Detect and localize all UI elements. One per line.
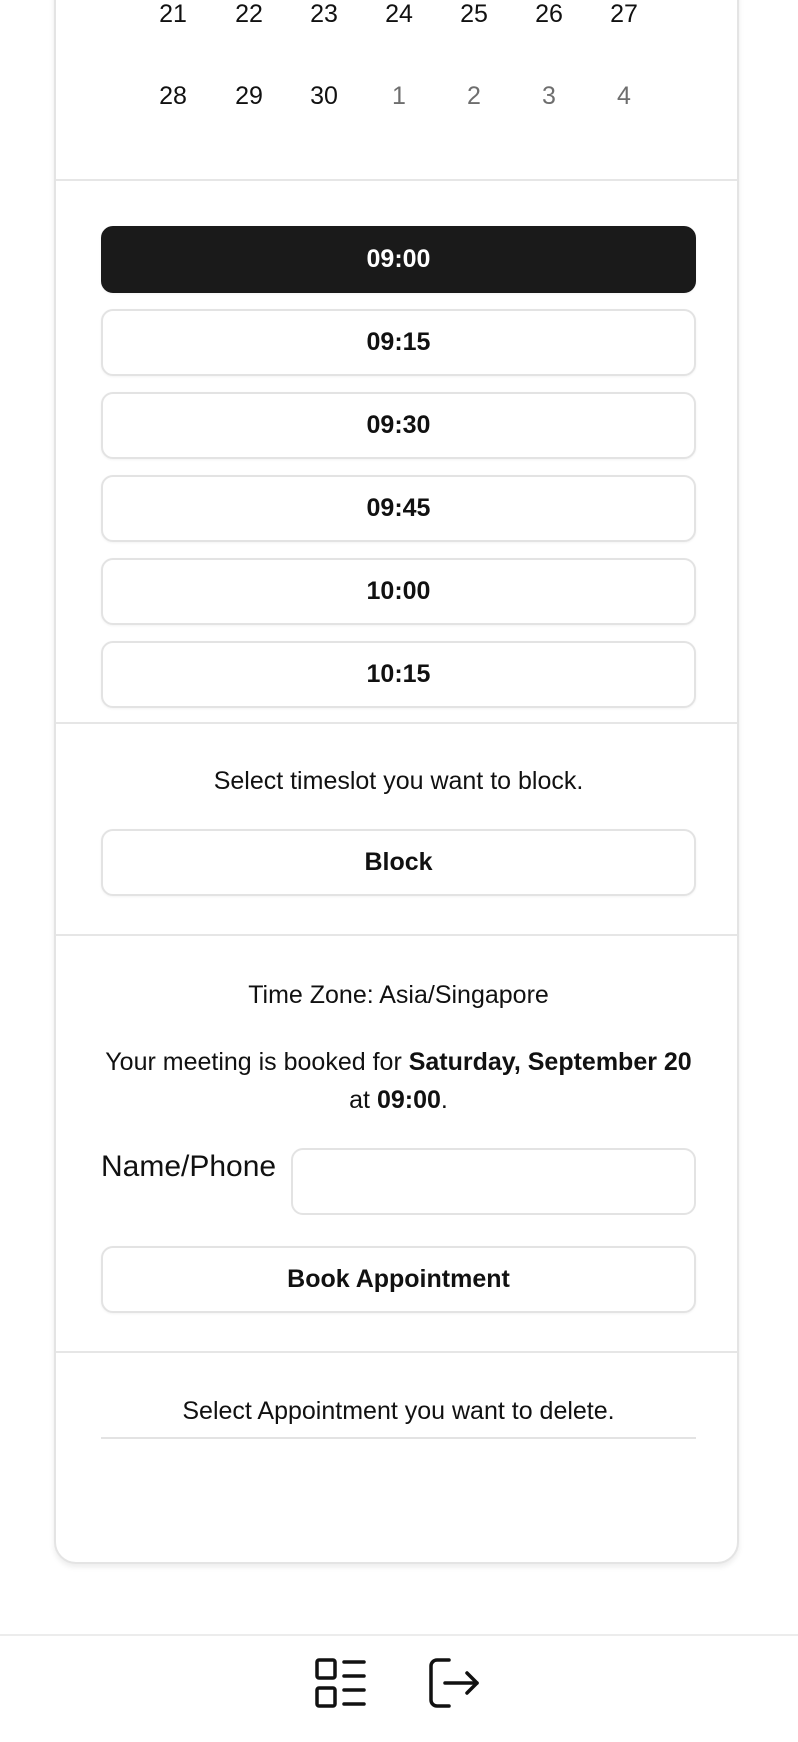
timeslot-button[interactable]: 09:30 (101, 392, 696, 459)
timeslot-button[interactable]: 09:15 (101, 309, 696, 376)
logout-icon[interactable] (427, 1656, 483, 1712)
block-button[interactable]: Block (101, 829, 696, 896)
calendar-day[interactable]: 30 (294, 82, 354, 111)
name-phone-label: Name/Phone (101, 1150, 277, 1183)
timeslot-button-selected[interactable]: 09:00 (101, 226, 696, 293)
bottom-nav-bar (0, 1634, 798, 1742)
calendar-day[interactable]: 22 (219, 0, 279, 29)
section-divider (56, 934, 737, 936)
timeslot-button[interactable]: 10:00 (101, 558, 696, 625)
calendar-day[interactable]: 27 (594, 0, 654, 29)
booking-summary-mid: at (349, 1086, 377, 1114)
timezone-text: Time Zone: Asia/Singapore (248, 981, 549, 1009)
list-icon[interactable] (313, 1656, 369, 1712)
name-phone-input[interactable] (291, 1148, 696, 1215)
delete-instruction: Select Appointment you want to delete. (182, 1397, 615, 1425)
booking-summary-time: 09:00 (376, 1086, 441, 1114)
booking-summary-date: Saturday, September 20 (408, 1048, 692, 1076)
section-divider (56, 722, 737, 724)
calendar-day-next-month[interactable]: 2 (444, 82, 504, 111)
calendar-week-row: 28 29 30 1 2 3 4 (56, 82, 737, 142)
calendar-week-row: 21 22 23 24 25 26 27 (56, 0, 737, 60)
calendar-day[interactable]: 21 (143, 0, 203, 29)
timeslot-button[interactable]: 10:15 (101, 641, 696, 708)
calendar-day[interactable]: 26 (519, 0, 579, 29)
calendar-day-next-month[interactable]: 4 (594, 82, 654, 111)
section-divider (56, 1351, 737, 1353)
block-instruction: Select timeslot you want to block. (213, 767, 584, 795)
calendar-day-next-month[interactable]: 3 (519, 82, 579, 111)
booking-summary-suffix: . (440, 1086, 448, 1114)
book-appointment-button[interactable]: Book Appointment (101, 1246, 696, 1313)
timeslot-button[interactable]: 09:45 (101, 475, 696, 542)
calendar-day[interactable]: 28 (143, 82, 203, 111)
calendar-day[interactable]: 25 (444, 0, 504, 29)
scheduler-card: 21 22 23 24 25 26 27 28 29 30 1 2 3 4 09… (54, 0, 739, 1564)
calendar-day[interactable]: 24 (369, 0, 429, 29)
booking-summary: Your meeting is booked for Saturday, Sep… (101, 1043, 696, 1119)
booking-summary-prefix: Your meeting is booked for (105, 1048, 409, 1076)
calendar-day[interactable]: 29 (219, 82, 279, 111)
section-divider (56, 179, 737, 181)
calendar-day[interactable]: 23 (294, 0, 354, 29)
appointments-list-rule (101, 1437, 696, 1439)
calendar-day-next-month[interactable]: 1 (369, 82, 429, 111)
